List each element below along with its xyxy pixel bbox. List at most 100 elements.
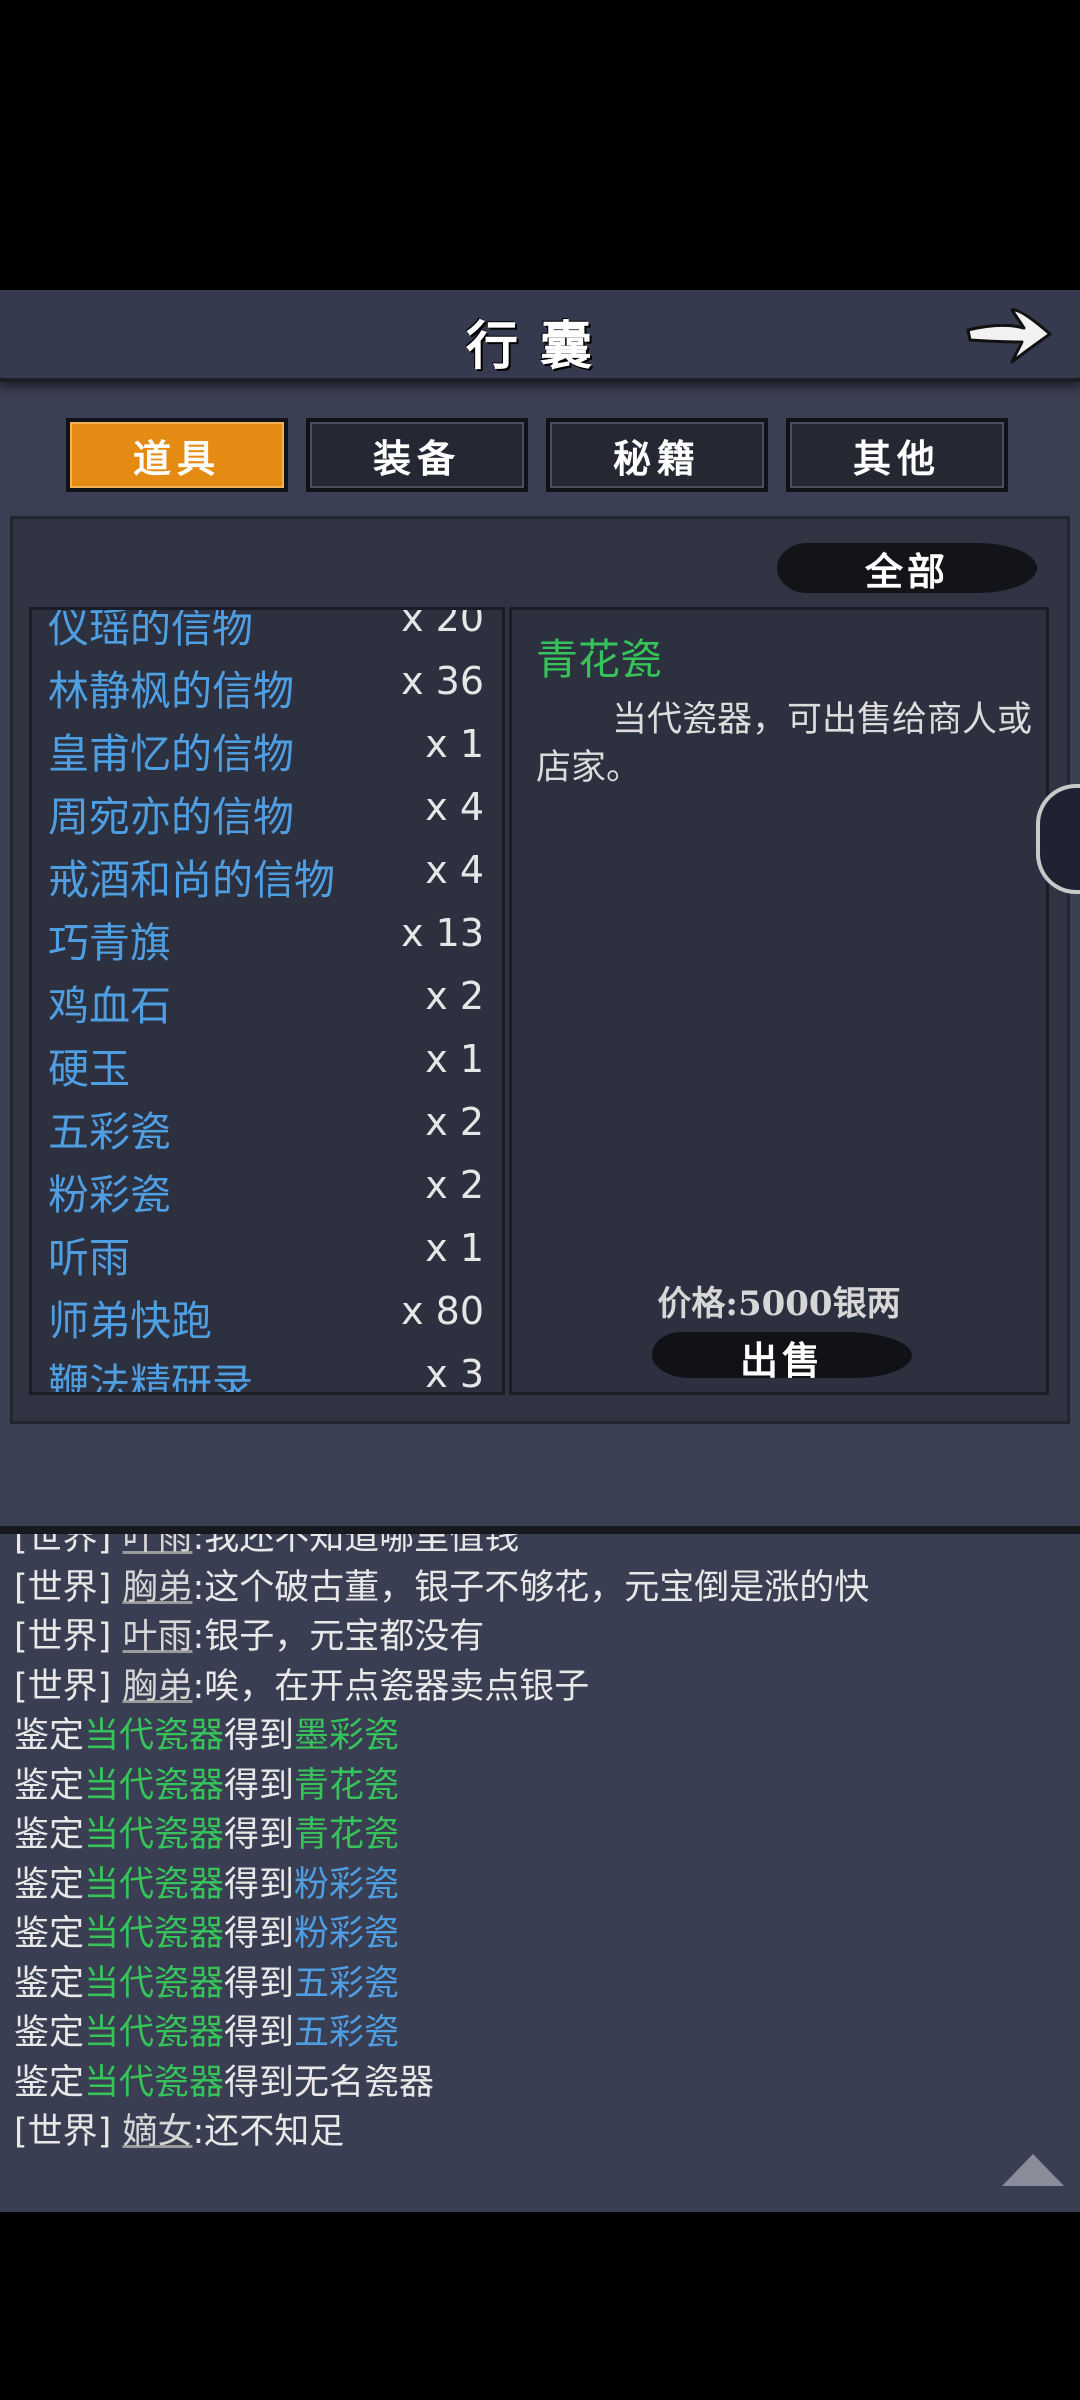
tab-equipment[interactable]: 装备 <box>306 418 528 492</box>
chat-message: :唉，在开点瓷器卖点银子 <box>192 1666 590 1707</box>
list-item[interactable]: 仪瑶的信物 x 20 <box>32 607 502 652</box>
chat-result-item: 五彩瓷 <box>294 2013 400 2053</box>
chat-text: 鉴定 <box>14 1914 85 1954</box>
item-name: 鞭法精研录 <box>48 1360 253 1395</box>
item-name: 师弟快跑 <box>48 1297 212 1345</box>
chat-result-item: 粉彩瓷 <box>294 1914 400 1954</box>
chat-message: :银子，元宝都没有 <box>192 1617 485 1657</box>
chat-source-item: 当代瓷器 <box>84 1914 225 1954</box>
list-item[interactable]: 鞭法精研录 x 3 <box>32 1344 502 1395</box>
item-name: 戒酒和尚的信物 <box>48 856 335 904</box>
item-name: 林静枫的信物 <box>48 667 294 715</box>
chat-message: :还不知足 <box>192 2112 345 2152</box>
item-count: x 1 <box>425 722 484 766</box>
list-item[interactable]: 林静枫的信物 x 36 <box>32 651 502 715</box>
chat-line: 鉴定当代瓷器得到青花瓷 <box>14 1762 1064 1812</box>
chat-text: 鉴定 <box>14 2013 85 2053</box>
list-item[interactable]: 五彩瓷 x 2 <box>32 1092 502 1156</box>
item-name: 粉彩瓷 <box>48 1171 171 1219</box>
chat-username[interactable]: 胸弟 <box>122 1667 192 1707</box>
sell-button[interactable]: 出售 <box>652 1326 912 1383</box>
chat-channel: [世界] <box>14 1526 123 1558</box>
item-count: x 20 <box>401 607 484 640</box>
chat-line: 鉴定当代瓷器得到粉彩瓷 <box>14 1861 1064 1911</box>
chat-text: 鉴定 <box>14 1963 85 2004</box>
chat-text: 鉴定 <box>14 1716 85 1756</box>
item-count: x 13 <box>401 911 484 955</box>
list-item[interactable]: 皇甫忆的信物 x 1 <box>32 714 502 778</box>
chat-result-item: 青花瓷 <box>294 1815 400 1855</box>
chat-source-item: 当代瓷器 <box>84 1963 225 2004</box>
chat-message: :我还不知道哪里值钱 <box>192 1526 520 1558</box>
item-list[interactable]: 仪瑶的信物 x 20 林静枫的信物 x 36 皇甫忆的信物 x 1 周宛亦的信物 x 4 戒酒和… <box>29 607 505 1395</box>
chat-message: :这个破古董，银子不够花，元宝倒是涨的快 <box>192 1567 870 1608</box>
item-count: x 3 <box>425 1352 484 1395</box>
list-item[interactable]: 巧青旗 x 13 <box>32 903 502 967</box>
chat-line: 鉴定当代瓷器得到青花瓷 <box>14 1811 1064 1861</box>
chat-text: 鉴定 <box>14 1765 85 1806</box>
list-item[interactable]: 戒酒和尚的信物 x 4 <box>32 840 502 904</box>
list-item[interactable]: 硬玉 x 1 <box>32 1029 502 1093</box>
chat-source-item: 当代瓷器 <box>84 2062 225 2103</box>
chat-source-item: 当代瓷器 <box>84 1815 225 1855</box>
inventory-screen: 行囊 道具 装备 秘籍 其他 全部 仪瑶的信物 x 20 林静枫的信物 x 36 皇甫忆… <box>0 290 1080 2212</box>
chat-line: [世界] 胸弟:这个破古董，银子不够花，元宝倒是涨的快 <box>14 1564 1064 1614</box>
tab-items[interactable]: 道具 <box>66 418 288 492</box>
chat-text: 鉴定 <box>14 1815 85 1855</box>
item-name: 周宛亦的信物 <box>48 793 294 841</box>
chat-result-item: 粉彩瓷 <box>294 1864 400 1905</box>
item-name: 皇甫忆的信物 <box>48 730 294 778</box>
item-name: 硬玉 <box>48 1045 130 1093</box>
item-name: 听雨 <box>48 1234 130 1282</box>
tab-manuals[interactable]: 秘籍 <box>546 418 768 492</box>
item-list-content: 仪瑶的信物 x 20 林静枫的信物 x 36 皇甫忆的信物 x 1 周宛亦的信物 x 4 戒酒和… <box>32 607 502 1395</box>
category-tabs: 道具 装备 秘籍 其他 <box>66 418 1016 494</box>
item-count: x 1 <box>425 1226 484 1270</box>
arrow-right-icon[interactable] <box>962 300 1058 370</box>
item-count: x 1 <box>425 1037 484 1081</box>
item-name: 巧青旗 <box>48 919 171 967</box>
chat-username[interactable]: 胸弟 <box>122 1568 192 1608</box>
sell-label: 出售 <box>739 1338 824 1383</box>
item-count: x 2 <box>425 1163 484 1207</box>
chat-line: 鉴定当代瓷器得到墨彩瓷 <box>14 1712 1064 1762</box>
chat-text: 得到 <box>224 1765 295 1806</box>
chat-line: [世界] 胸弟:唉，在开点瓷器卖点银子 <box>14 1663 1064 1713</box>
filter-label: 全部 <box>864 549 949 594</box>
chat-text: 得到 <box>224 1864 295 1905</box>
chat-line: 鉴定当代瓷器得到粉彩瓷 <box>14 1910 1064 1960</box>
chat-line: 鉴定当代瓷器得到无名瓷器 <box>14 2059 1064 2109</box>
list-item[interactable]: 师弟快跑 x 80 <box>32 1281 502 1345</box>
item-count: x 2 <box>425 974 484 1018</box>
list-item[interactable]: 周宛亦的信物 x 4 <box>32 777 502 841</box>
triangle-up-icon[interactable] <box>1000 2150 1066 2188</box>
item-count: x 80 <box>401 1289 484 1333</box>
chat-line: [世界] 叶雨:我还不知道哪里值钱 <box>14 1526 1064 1564</box>
list-item[interactable]: 鸡血石 x 2 <box>32 966 502 1030</box>
chat-text: 得到 <box>224 1963 295 2004</box>
chat-text: 得到 <box>224 1914 295 1954</box>
chat-username[interactable]: 嫡女 <box>122 2112 192 2152</box>
chat-result-item: 青花瓷 <box>294 1765 400 1806</box>
list-item[interactable]: 粉彩瓷 x 2 <box>32 1155 502 1219</box>
item-count: x 4 <box>425 848 484 892</box>
chat-log[interactable]: [世界] 叶雨:我还不知道哪里值钱 [世界] 胸弟:这个破古董，银子不够花，元宝倒… <box>0 1526 1080 2212</box>
list-item[interactable]: 听雨 x 1 <box>32 1218 502 1282</box>
chat-result-item: 墨彩瓷 <box>294 1716 400 1756</box>
chat-text: 鉴定 <box>14 2062 85 2103</box>
chat-source-item: 当代瓷器 <box>84 1864 225 1905</box>
chat-username[interactable]: 叶雨 <box>122 1534 192 1558</box>
chat-username[interactable]: 叶雨 <box>122 1617 192 1657</box>
chat-content: [世界] 叶雨:我还不知道哪里值钱 [世界] 胸弟:这个破古董，银子不够花，元宝倒… <box>14 1526 1064 2158</box>
item-count: x 2 <box>425 1100 484 1144</box>
filter-button[interactable]: 全部 <box>777 535 1037 599</box>
chat-text: 得到 <box>224 1716 295 1756</box>
item-count: x 4 <box>425 785 484 829</box>
item-detail: 青花瓷 当代瓷器，可出售给商人或店家。 价格:5000银两 出售 <box>509 607 1049 1395</box>
chat-source-item: 当代瓷器 <box>84 1716 225 1756</box>
inventory-panel: 全部 仪瑶的信物 x 20 林静枫的信物 x 36 皇甫忆的信物 x 1 周宛亦的信物 x 4… <box>10 516 1070 1424</box>
chat-text: 得到 <box>224 1815 295 1855</box>
detail-description: 当代瓷器，可出售给商人或店家。 <box>536 700 1033 788</box>
chat-channel: [世界] <box>14 1666 123 1707</box>
tab-other[interactable]: 其他 <box>786 418 1008 492</box>
